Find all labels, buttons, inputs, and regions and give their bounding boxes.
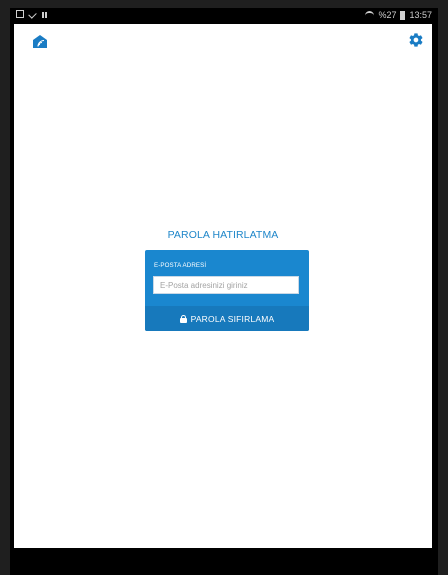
home-wifi-icon[interactable]	[32, 34, 48, 48]
battery-icon	[400, 10, 406, 20]
password-reset-card: E-POSTA ADRESİ PAROLA SIFIRLAMA	[145, 250, 309, 331]
gallery-icon	[16, 10, 24, 18]
lock-icon	[179, 314, 187, 323]
pause-icon	[42, 11, 48, 18]
reset-password-label: PAROLA SIFIRLAMA	[190, 313, 275, 324]
page-title: PAROLA HATIRLATMA	[167, 229, 279, 241]
status-right: %27 13:57	[365, 10, 432, 20]
email-label: E-POSTA ADRESİ	[154, 262, 207, 269]
status-bar: %27 13:57	[10, 8, 438, 24]
reset-password-button[interactable]: PAROLA SIFIRLAMA	[145, 306, 309, 331]
battery-percent: %27	[378, 10, 397, 20]
clock: 13:57	[409, 10, 432, 20]
app-screen: PAROLA HATIRLATMA E-POSTA ADRESİ PAROLA …	[14, 24, 432, 548]
status-left-icons	[16, 10, 48, 18]
email-field[interactable]	[153, 276, 299, 294]
download-icon	[29, 10, 37, 18]
wifi-icon	[365, 10, 375, 20]
gear-icon[interactable]	[408, 32, 424, 48]
